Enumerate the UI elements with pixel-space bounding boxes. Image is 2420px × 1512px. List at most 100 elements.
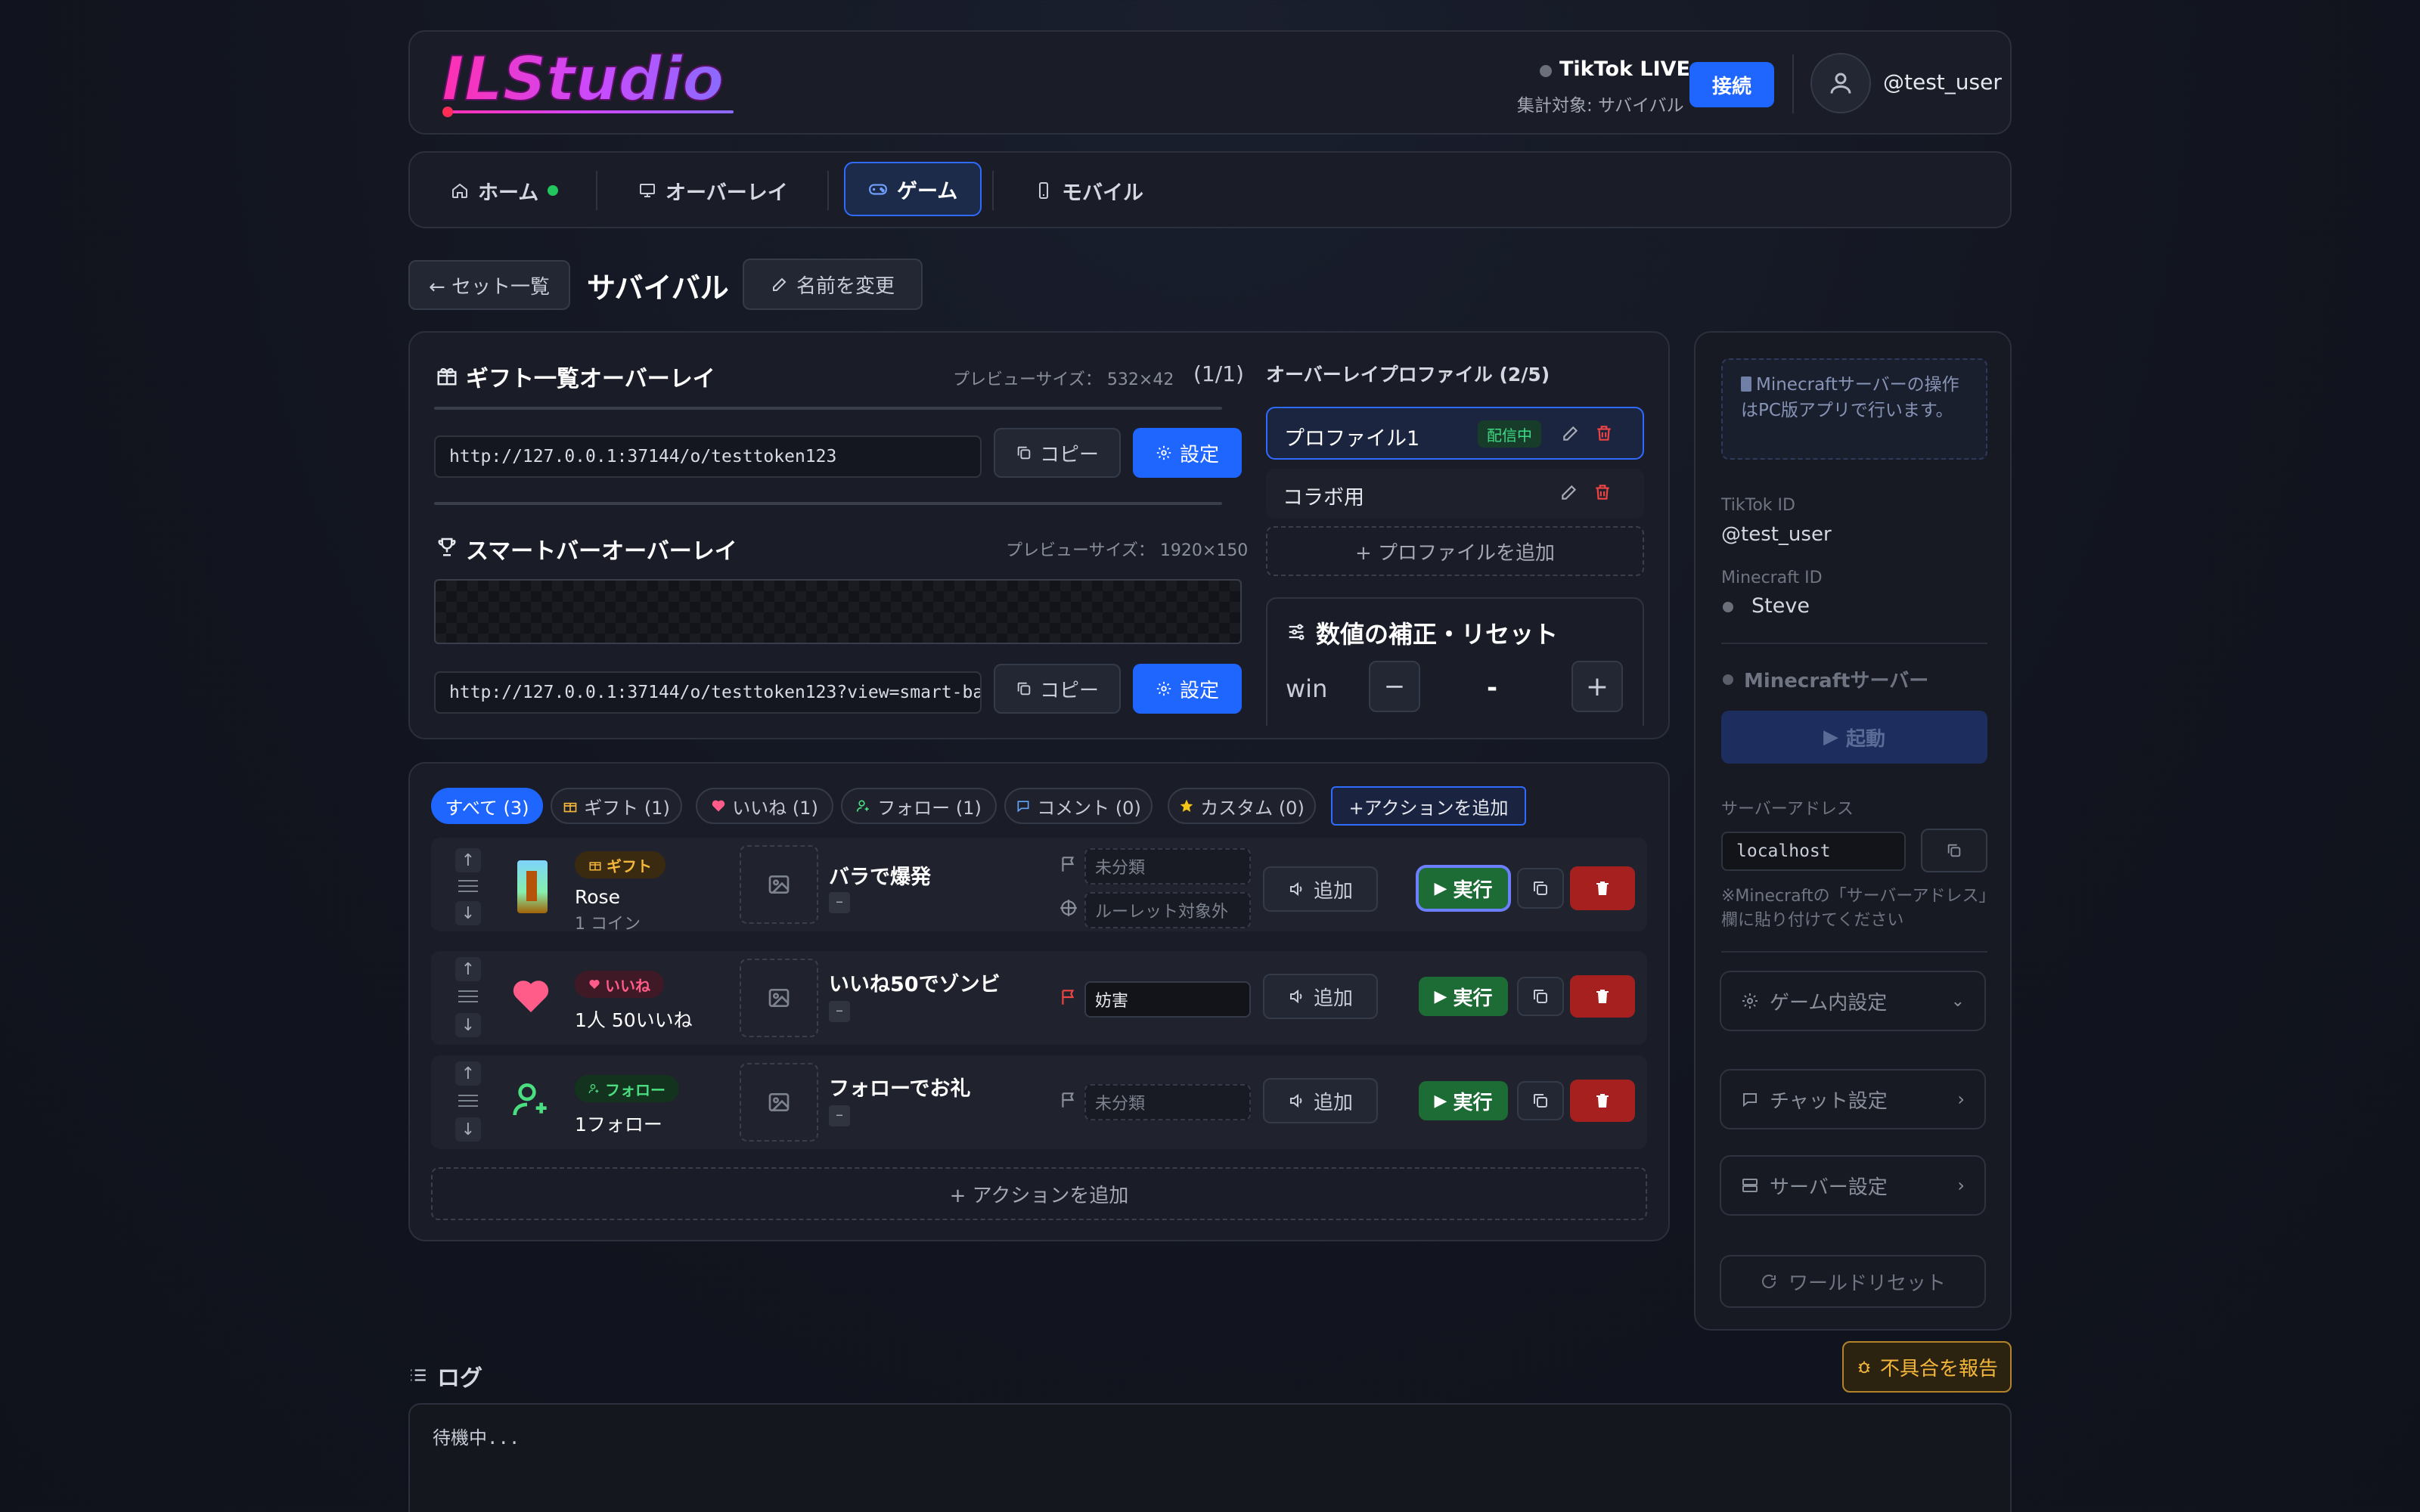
logo-text: ILStudio — [442, 45, 724, 114]
add-sound-button[interactable]: 追加 — [1263, 1078, 1378, 1123]
counter-decrement-button[interactable]: − — [1369, 661, 1420, 712]
drag-handle-icon[interactable] — [458, 990, 478, 1002]
profile-item[interactable]: コラボ用 — [1266, 469, 1644, 519]
add-profile-button[interactable]: + プロファイルを追加 — [1266, 526, 1644, 576]
action-image-placeholder[interactable] — [740, 959, 818, 1037]
log-title: ログ — [437, 1365, 482, 1392]
run-action-button[interactable]: ▶ 実行 — [1419, 1081, 1508, 1120]
nav-divider — [596, 171, 597, 210]
pencil-icon[interactable] — [1559, 482, 1579, 502]
server-address-field[interactable]: localhost — [1721, 832, 1906, 871]
app-header: ILStudio TikTok LIVE 集計対象: サバイバル 接続 @tes… — [408, 30, 2012, 135]
move-up-button[interactable]: ↑ — [455, 1061, 481, 1086]
duplicate-button[interactable] — [1517, 868, 1564, 909]
log-panel: 待機中... — [408, 1403, 2012, 1512]
avatar[interactable] — [1810, 53, 1871, 113]
add-sound-button[interactable]: 追加 — [1263, 866, 1378, 912]
chat-settings-button[interactable]: チャット設定 › — [1720, 1069, 1986, 1129]
filter-follow[interactable]: フォロー (1) — [841, 788, 997, 824]
smartbar-copy-button[interactable]: コピー — [994, 664, 1121, 714]
nav-divider — [992, 171, 994, 210]
drag-handle-icon[interactable] — [458, 1095, 478, 1107]
trash-icon[interactable] — [1594, 423, 1614, 443]
copy-icon — [1947, 844, 1961, 857]
action-dash: – — [829, 1001, 850, 1022]
counter-increment-button[interactable]: + — [1571, 661, 1623, 712]
move-down-button[interactable]: ↓ — [455, 1117, 481, 1142]
counter-value: - — [1487, 673, 1498, 703]
delete-action-button[interactable] — [1570, 975, 1635, 1018]
category-field[interactable]: 未分類 — [1084, 1084, 1251, 1120]
run-action-button[interactable]: ▶ 実行 — [1419, 977, 1508, 1016]
ingame-settings-dropdown[interactable]: ゲーム内設定 ⌄ — [1720, 971, 1986, 1031]
action-row: ↑ ↓ フォロー 1フォロー フォローでお礼 – 未分類 追加 ▶ 実行 — [431, 1055, 1647, 1149]
trash-icon[interactable] — [1593, 482, 1612, 502]
tab-mobile[interactable]: モバイル — [1012, 163, 1166, 218]
set-name: サバイバル — [587, 271, 729, 305]
add-action-header-button[interactable]: +アクションを追加 — [1331, 786, 1526, 826]
filter-comment[interactable]: コメント (0) — [1004, 788, 1153, 824]
rename-button[interactable]: 名前を変更 — [743, 259, 923, 310]
sliders-icon — [1289, 624, 1305, 640]
back-to-sets-button[interactable]: ← セット一覧 — [408, 260, 570, 310]
flag-icon — [1062, 990, 1075, 1005]
report-bug-label: 不具合を報告 — [1879, 1357, 1998, 1380]
add-sound-button[interactable]: 追加 — [1263, 974, 1378, 1019]
move-up-button[interactable]: ↑ — [455, 957, 481, 981]
move-up-button[interactable]: ↑ — [455, 848, 481, 872]
action-image-placeholder[interactable] — [740, 845, 818, 924]
delete-action-button[interactable] — [1570, 866, 1635, 910]
add-action-button[interactable]: + アクションを追加 — [431, 1167, 1647, 1220]
smartphone-icon — [1039, 182, 1048, 199]
type-badge-label: いいね — [605, 976, 650, 995]
run-action-button[interactable]: ▶ 実行 — [1419, 868, 1508, 909]
world-reset-button[interactable]: ワールドリセット — [1720, 1255, 1986, 1308]
category-field[interactable]: 妨害 — [1084, 981, 1251, 1018]
action-dash: – — [829, 1105, 850, 1126]
smartbar-overlay-title: スマートバーオーバーレイ — [466, 538, 737, 565]
notice-icon — [1741, 376, 1751, 392]
copy-address-button[interactable] — [1921, 829, 1987, 872]
chevron-right-icon: › — [1957, 1089, 1965, 1110]
tab-home[interactable]: ホーム — [428, 163, 581, 218]
server-settings-button[interactable]: サーバー設定 › — [1720, 1155, 1986, 1216]
smartbar-settings-button[interactable]: 設定 — [1133, 664, 1242, 714]
play-icon: ▶ — [1434, 987, 1447, 1006]
duplicate-button[interactable] — [1517, 1081, 1564, 1120]
action-image-placeholder[interactable] — [740, 1063, 818, 1142]
add-sound-label: 追加 — [1313, 879, 1353, 903]
filter-gift[interactable]: ギフト (1) — [551, 788, 682, 824]
run-label: 実行 — [1453, 987, 1493, 1010]
gift-copy-button[interactable]: コピー — [994, 428, 1121, 478]
delete-action-button[interactable] — [1570, 1080, 1635, 1122]
report-bug-button[interactable]: 不具合を報告 — [1842, 1341, 2012, 1393]
play-icon: ▶ — [1823, 726, 1838, 748]
gift-settings-button[interactable]: 設定 — [1133, 428, 1242, 478]
pencil-icon[interactable] — [1561, 423, 1581, 443]
tab-overlay-label: オーバーレイ — [666, 181, 788, 205]
category-field[interactable]: 未分類 — [1084, 848, 1251, 885]
roulette-field[interactable]: ルーレット対象外 — [1084, 892, 1251, 928]
tab-overlay[interactable]: オーバーレイ — [616, 163, 811, 218]
tab-game-label: ゲーム — [897, 179, 958, 203]
log-content: 待機中... — [433, 1427, 520, 1448]
gift-overlay-url[interactable]: http://127.0.0.1:37144/o/testtoken123 — [434, 435, 982, 478]
user-plus-icon — [588, 1084, 599, 1094]
move-down-button[interactable]: ↓ — [455, 901, 481, 925]
profile-item-active[interactable]: プロファイル1 配信中 — [1266, 407, 1644, 460]
server-status-dot — [1723, 674, 1733, 685]
start-server-button[interactable]: ▶ 起動 — [1721, 711, 1987, 764]
drag-handle-icon[interactable] — [458, 880, 478, 892]
overlay-panel: ギフト一覧オーバーレイ プレビューサイズ： 532×42 (1/1) http:… — [408, 331, 1670, 739]
heart-icon — [712, 800, 725, 812]
move-down-button[interactable]: ↓ — [455, 1013, 481, 1037]
filter-all[interactable]: すべて (3) — [431, 788, 543, 824]
filter-like[interactable]: いいね (1) — [696, 788, 833, 824]
connect-button[interactable]: 接続 — [1689, 62, 1774, 107]
tab-game[interactable]: ゲーム — [844, 162, 982, 216]
duplicate-button[interactable] — [1517, 977, 1564, 1016]
filter-custom[interactable]: カスタム (0) — [1168, 788, 1316, 824]
play-icon: ▶ — [1434, 1091, 1447, 1111]
smartbar-overlay-url[interactable]: http://127.0.0.1:37144/o/testtoken123?vi… — [434, 671, 982, 714]
speaker-icon — [1289, 1093, 1302, 1108]
